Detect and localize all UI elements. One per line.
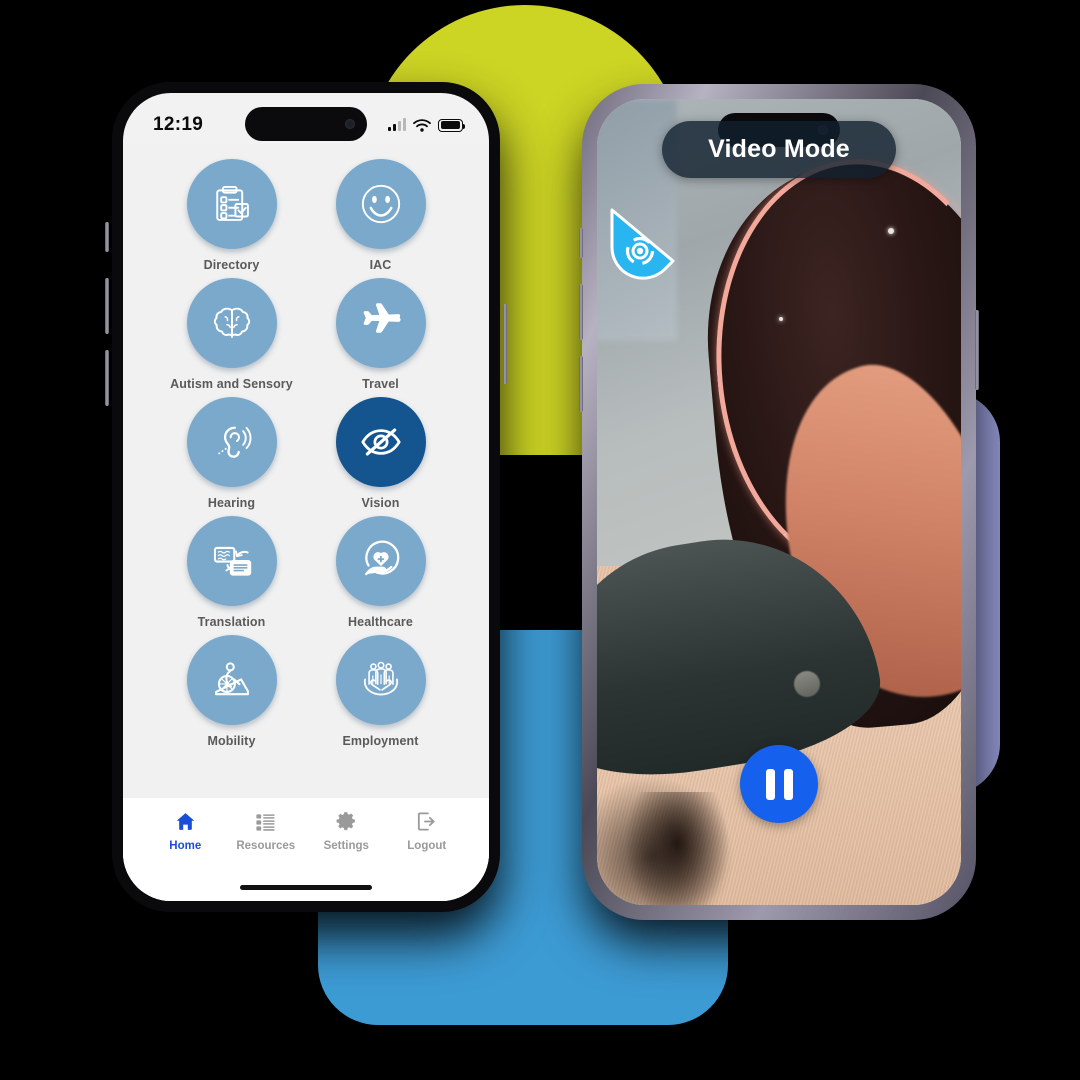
tab-label: Logout — [407, 840, 447, 852]
volume-down-button[interactable] — [579, 356, 583, 412]
silent-switch[interactable] — [579, 228, 583, 258]
app-content: Directory IAC Autism and Sensory Travel … — [123, 145, 489, 901]
clipboard-checklist-icon — [186, 159, 277, 249]
grid-tile-label: Healthcare — [348, 615, 413, 629]
sign-out-icon — [418, 812, 435, 831]
grid-tile-label: Vision — [361, 496, 400, 510]
tab-label: Resources — [236, 840, 296, 852]
grid-tile-employment[interactable]: Employment — [306, 635, 455, 748]
brain-icon — [186, 278, 277, 368]
tab-settings[interactable]: Settings — [307, 810, 385, 852]
pause-icon-bar — [783, 768, 793, 800]
tab-label: Home — [169, 840, 202, 852]
grid-tile-label: Translation — [197, 615, 266, 629]
grid-tile-label: Travel — [362, 377, 399, 391]
pause-recording-button[interactable] — [740, 745, 818, 823]
pause-icon-bar — [765, 768, 775, 800]
grid-tile-directory[interactable]: Directory — [157, 159, 306, 272]
power-button[interactable] — [975, 310, 979, 390]
hand-heart-cross-icon — [335, 516, 426, 606]
status-clock: 12:19 — [153, 114, 204, 135]
video-mode-label: Video Mode — [708, 135, 850, 163]
grid-tile-iac[interactable]: IAC — [306, 159, 455, 272]
volume-up-button[interactable] — [105, 278, 109, 334]
grid-tile-hearing[interactable]: Hearing — [157, 397, 306, 510]
grid-tile-label: Mobility — [207, 734, 256, 748]
eye-slash-icon — [335, 397, 426, 487]
grid-tile-mobility[interactable]: Mobility — [157, 635, 306, 748]
grid-tile-travel[interactable]: Travel — [306, 278, 455, 391]
right-phone-device: Video Mode — [579, 84, 979, 920]
smiley-face-icon — [335, 159, 426, 249]
list-icon — [256, 814, 275, 831]
right-phone-screen: Video Mode — [597, 99, 961, 905]
composition-stage: 12:19 Directory IAC Autism and Sensory T… — [0, 0, 1080, 1080]
grid-tile-healthcare[interactable]: Healthcare — [306, 516, 455, 629]
tab-home[interactable]: Home — [146, 810, 224, 852]
silent-switch[interactable] — [105, 222, 109, 252]
service-grid: Directory IAC Autism and Sensory Travel … — [123, 145, 489, 797]
tab-logout[interactable]: Logout — [388, 810, 466, 852]
dynamic-island — [245, 107, 367, 141]
video-floor-shadow — [597, 776, 736, 905]
grid-tile-autism-and-sensory[interactable]: Autism and Sensory — [157, 278, 306, 391]
video-highlight-speck — [779, 316, 783, 321]
grid-tile-label: IAC — [369, 258, 392, 272]
grid-tile-label: Employment — [342, 734, 419, 748]
left-phone-device: 12:19 Directory IAC Autism and Sensory T… — [105, 78, 507, 916]
ear-hearing-icon — [186, 397, 277, 487]
left-phone-screen: 12:19 Directory IAC Autism and Sensory T… — [123, 93, 489, 901]
tab-label: Settings — [323, 840, 369, 852]
volume-up-button[interactable] — [579, 284, 583, 340]
power-button[interactable] — [503, 304, 507, 384]
water-drop-target-icon[interactable] — [607, 205, 679, 283]
grid-tile-label: Autism and Sensory — [170, 377, 293, 391]
hands-people-icon — [335, 635, 426, 725]
gear-icon — [336, 812, 355, 831]
grid-tile-translation[interactable]: Translation — [157, 516, 306, 629]
tab-resources[interactable]: Resources — [227, 810, 305, 852]
airplane-icon — [335, 278, 426, 368]
grid-tile-label: Directory — [203, 258, 260, 272]
volume-down-button[interactable] — [105, 350, 109, 406]
front-camera-icon — [345, 119, 355, 129]
translate-exchange-icon — [186, 516, 277, 606]
wifi-icon — [413, 118, 431, 132]
grid-tile-label: Hearing — [207, 496, 256, 510]
battery-full-icon — [438, 118, 466, 132]
home-indicator[interactable] — [240, 885, 372, 890]
home-icon — [176, 813, 195, 830]
wheelchair-ramp-icon — [186, 635, 277, 725]
status-indicators — [388, 118, 466, 132]
grid-tile-vision[interactable]: Vision — [306, 397, 455, 510]
cellular-signal-icon — [388, 118, 406, 131]
video-mode-pill[interactable]: Video Mode — [662, 121, 896, 178]
video-pan-knob — [793, 671, 820, 698]
